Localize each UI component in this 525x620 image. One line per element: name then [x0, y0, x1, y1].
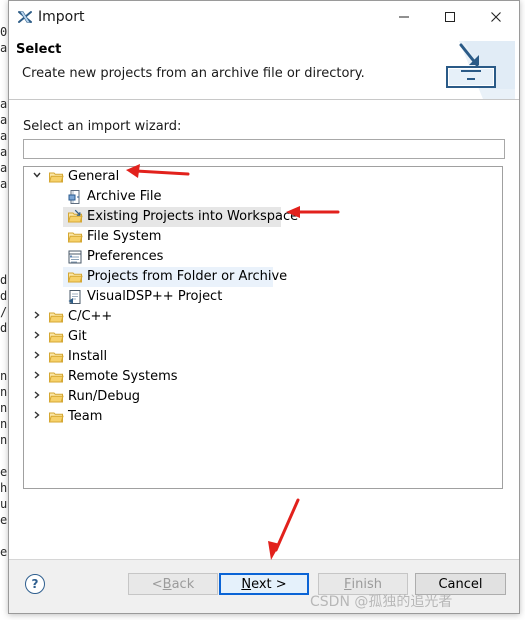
- tree-node-install[interactable]: Install: [30, 347, 111, 367]
- wizard-filter-input[interactable]: [23, 139, 505, 159]
- tree-node-file-system[interactable]: File System: [67, 227, 165, 247]
- expand-toggle[interactable]: [30, 407, 44, 427]
- close-icon: [490, 8, 502, 27]
- tree-node-general[interactable]: General: [30, 167, 123, 187]
- chevron-right-icon: [32, 307, 42, 327]
- visualdsp-icon: [67, 289, 83, 305]
- minimize-button[interactable]: [381, 1, 427, 33]
- help-icon: ?: [31, 577, 39, 591]
- next-button[interactable]: N ext >: [219, 573, 309, 595]
- chevron-down-icon: [32, 167, 42, 187]
- tree-node-label: Preferences: [87, 249, 164, 264]
- chevron-right-icon: [32, 347, 42, 367]
- expand-toggle[interactable]: [30, 167, 44, 187]
- finish-mnemonic: F: [344, 576, 352, 592]
- back-suffix: ack: [171, 576, 195, 592]
- close-button[interactable]: [473, 1, 519, 33]
- minimize-icon: [398, 8, 410, 27]
- import-illustration-icon: [439, 41, 515, 99]
- wizard-footer: ? < B ack N ext > F inish Cancel: [9, 559, 519, 613]
- folder-closed-icon: [48, 389, 64, 405]
- folder-open-icon: [48, 169, 64, 185]
- folder-closed-icon: [48, 409, 64, 425]
- screen: 0( al ay ay ay ay ay ay de de /de de ng …: [0, 0, 525, 620]
- tree-node-team[interactable]: Team: [30, 407, 106, 427]
- tree-node-label: Run/Debug: [68, 389, 141, 404]
- folder-closed-icon: [48, 349, 64, 365]
- tree-node-label: Existing Projects into Workspace: [87, 209, 299, 224]
- wizard-header: Select Create new projects from an archi…: [9, 33, 519, 100]
- back-mnemonic: B: [162, 576, 172, 592]
- expand-toggle[interactable]: [30, 347, 44, 367]
- finish-suffix: inish: [351, 576, 382, 592]
- expand-toggle[interactable]: [30, 307, 44, 327]
- folder-closed-icon: [48, 329, 64, 345]
- tree-node-visualdsp-project[interactable]: VisualDSP++ Project: [67, 287, 226, 307]
- tree-node-label: VisualDSP++ Project: [87, 289, 223, 304]
- file-system-icon: [67, 229, 83, 245]
- maximize-button[interactable]: [427, 1, 473, 33]
- title-bar[interactable]: Import: [9, 1, 519, 34]
- tree-node-existing-projects[interactable]: Existing Projects into Workspace: [67, 207, 302, 227]
- page-description: Create new projects from an archive file…: [22, 66, 365, 81]
- tree-node-label: Git: [68, 329, 87, 344]
- back-prefix: <: [151, 576, 163, 592]
- wizard-content: Select an import wizard: General Archive…: [9, 100, 519, 559]
- help-button[interactable]: ?: [25, 574, 45, 594]
- chevron-right-icon: [32, 367, 42, 387]
- existing-projects-icon: [67, 209, 83, 225]
- archive-file-icon: [67, 189, 83, 205]
- tree-node-label: Projects from Folder or Archive: [87, 269, 288, 284]
- wizard-tree[interactable]: General Archive File Existing Projects i…: [23, 166, 503, 489]
- page-title: Select: [16, 42, 62, 57]
- projects-folder-icon: [67, 269, 83, 285]
- chevron-right-icon: [32, 407, 42, 427]
- tree-node-label: C/C++: [68, 309, 113, 324]
- tree-node-git[interactable]: Git: [30, 327, 91, 347]
- preferences-icon: [67, 249, 83, 265]
- back-button[interactable]: < B ack: [128, 573, 218, 595]
- tree-node-label: File System: [87, 229, 162, 244]
- window-title: Import: [38, 9, 85, 25]
- eclipse-app-icon: [17, 9, 33, 25]
- expand-toggle[interactable]: [30, 387, 44, 407]
- import-dialog: Import Select Create new projects from a…: [8, 0, 520, 614]
- chevron-right-icon: [32, 327, 42, 347]
- tree-node-label: General: [68, 169, 120, 184]
- cancel-button[interactable]: Cancel: [415, 573, 506, 595]
- tree-node-c-cpp[interactable]: C/C++: [30, 307, 116, 327]
- tree-node-run-debug[interactable]: Run/Debug: [30, 387, 144, 407]
- tree-node-archive-file[interactable]: Archive File: [67, 187, 166, 207]
- tree-node-label: Team: [68, 409, 103, 424]
- tree-node-label: Remote Systems: [68, 369, 178, 384]
- select-wizard-label: Select an import wizard:: [23, 119, 182, 134]
- next-suffix: ext >: [251, 576, 287, 592]
- tree-node-label: Install: [68, 349, 108, 364]
- tree-node-label: Archive File: [87, 189, 162, 204]
- tree-node-remote-systems[interactable]: Remote Systems: [30, 367, 182, 387]
- tree-node-preferences[interactable]: Preferences: [67, 247, 167, 267]
- folder-closed-icon: [48, 369, 64, 385]
- tree-node-projects-from-folder[interactable]: Projects from Folder or Archive: [67, 267, 291, 287]
- chevron-right-icon: [32, 387, 42, 407]
- next-mnemonic: N: [241, 576, 252, 592]
- maximize-icon: [444, 8, 456, 27]
- folder-closed-icon: [48, 309, 64, 325]
- finish-button[interactable]: F inish: [318, 573, 408, 595]
- expand-toggle[interactable]: [30, 367, 44, 387]
- expand-toggle[interactable]: [30, 327, 44, 347]
